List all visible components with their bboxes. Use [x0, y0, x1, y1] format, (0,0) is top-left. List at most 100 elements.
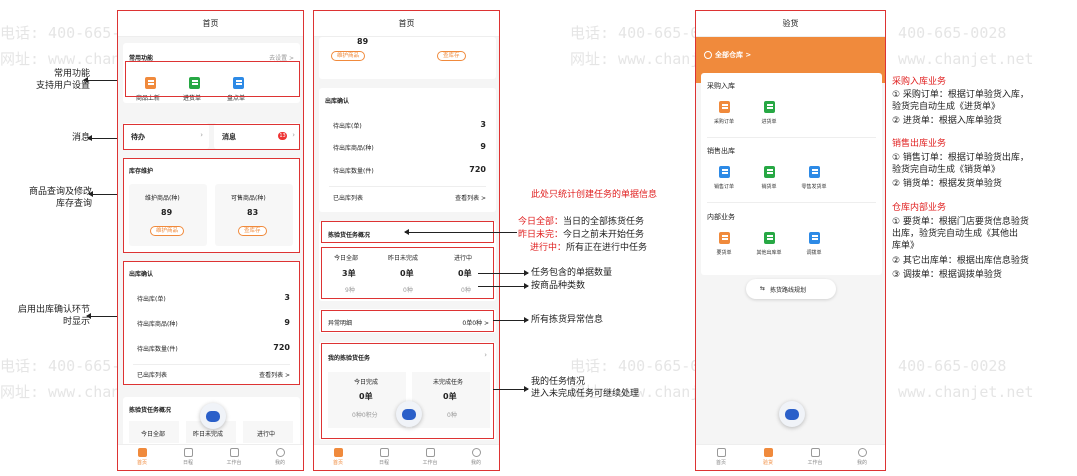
calendar-icon	[183, 448, 193, 457]
maintain-product-button[interactable]: 维护商品	[331, 51, 366, 61]
out-row-label: 待出库商品(种)	[333, 145, 374, 152]
transfer-icon[interactable]	[809, 232, 820, 244]
pick-col-label: 今日全部	[141, 431, 166, 438]
user-icon	[471, 448, 481, 457]
heading-purchase: 采购入库业务	[892, 77, 947, 87]
chevron-right-icon[interactable]: ›	[484, 351, 487, 359]
arrow-left-icon	[87, 135, 117, 141]
outbound-list-link[interactable]: 已出库列表	[333, 193, 363, 202]
highlight-abnormal: 异常明细 0单0种 >	[321, 310, 494, 332]
tab-mine[interactable]: 我的	[842, 448, 882, 466]
tab-bar: 首页 验货 工作台 我的	[696, 444, 885, 470]
my-task-label: 未完成任务	[433, 379, 464, 386]
question-icon[interactable]	[704, 51, 712, 59]
assistant-robot-icon[interactable]	[200, 403, 226, 429]
purchase-receipt-icon[interactable]	[764, 101, 775, 113]
pick-col-value[interactable]: 3单	[342, 268, 356, 279]
annotation-legend-1: 今日全部：当日的全部拣货任务	[518, 217, 645, 227]
highlight-stock	[123, 158, 300, 253]
tab-bar: 首页 日程 工作台 我的	[118, 444, 303, 470]
stock-card-partial: 89 维护商品 查库存	[319, 37, 496, 79]
my-task-sub: 0种	[447, 412, 457, 419]
section-title: 内部业务	[707, 213, 735, 221]
tab-inspect[interactable]: 验货	[748, 448, 788, 466]
warehouse-selector[interactable]: 全部仓库 >	[715, 50, 751, 60]
divider	[329, 186, 486, 187]
tab-home[interactable]: 首页	[701, 448, 741, 466]
arrow-left-icon	[83, 77, 117, 83]
workbench-icon	[810, 448, 820, 457]
workbench-icon	[229, 448, 239, 457]
out-row-label: 待出库数量(件)	[333, 168, 374, 175]
annotation-stock: 商品查询及修改 库存查询	[28, 187, 92, 209]
pick-col-sub: 9种	[345, 287, 355, 294]
tab-bar: 首页 日程 工作台 我的	[314, 444, 499, 470]
icon-label[interactable]: 采购订单	[704, 118, 744, 125]
requisition-icon[interactable]	[719, 232, 730, 244]
text-sales-1: ① 销售订单：根据订单验货出库， 验货完自动生成《销货单》	[892, 153, 1029, 175]
arrow-left-icon	[86, 313, 117, 319]
pick-col-label: 昨日未完成	[388, 255, 419, 262]
page-title: 验货	[696, 11, 885, 37]
icon-label[interactable]: 销货单	[749, 183, 789, 190]
inspect-icon	[763, 448, 773, 457]
home-icon	[137, 448, 147, 457]
out-row-value: 720	[469, 165, 486, 174]
sales-invoice-icon[interactable]	[764, 166, 775, 178]
pick-col-value[interactable]: 0单	[400, 268, 414, 279]
sales-order-icon[interactable]	[719, 166, 730, 178]
phone-inspect: 验货 全部仓库 > 采购入库 采购订单 进货单 销售出库 销售订单 销货单 零售…	[695, 10, 886, 471]
text-purchase-1: ① 采购订单：根据订单验货入库， 验货完自动生成《进货单》	[892, 90, 1029, 112]
heading-sales: 销售出库业务	[892, 139, 947, 149]
icon-label[interactable]: 要货单	[704, 249, 744, 256]
arrow-right-icon	[493, 317, 529, 323]
text-internal-1: ① 要货单：根据门店要货信息验货 出库，验货完自动生成《其他出 库单》	[892, 217, 1029, 251]
text-sales-2: ② 销货单：根据发货单验货	[892, 179, 1002, 189]
my-task-label: 今日完成	[354, 379, 379, 386]
tab-workbench[interactable]: 工作台	[410, 448, 450, 466]
annotation-kinds: 按商品种类数	[531, 281, 586, 291]
icon-label[interactable]: 其他出库单	[749, 249, 789, 256]
route-planning-button[interactable]: ⇆ 拣货路线规划	[746, 279, 836, 299]
tab-mine[interactable]: 我的	[456, 448, 496, 466]
assistant-robot-icon[interactable]	[396, 401, 422, 427]
annotation-my-tasks: 我的任务情况 进入未完成任务可继续处理	[531, 377, 640, 399]
annotation-message: 消息	[71, 133, 90, 143]
text-purchase-2: ② 进货单：根据入库单验货	[892, 116, 1002, 126]
home-icon	[716, 448, 726, 457]
my-task-value[interactable]: 0单	[443, 391, 457, 402]
icon-label[interactable]: 销售订单	[704, 183, 744, 190]
tab-home[interactable]: 首页	[318, 448, 358, 466]
page-title: 首页	[118, 11, 303, 37]
tab-home[interactable]: 首页	[122, 448, 162, 466]
pick-title: 拣验货任务概况	[129, 407, 172, 414]
home-icon	[333, 448, 343, 457]
retail-shipment-icon[interactable]	[809, 166, 820, 178]
highlight-todo-message	[123, 124, 300, 150]
purchase-order-icon[interactable]	[719, 101, 730, 113]
workbench-icon	[425, 448, 435, 457]
check-stock-button[interactable]: 查库存	[437, 51, 466, 61]
phone-home-2: 首页 89 维护商品 查库存 出库确认 待出库(单) 3 待出库商品(种) 9 …	[313, 10, 500, 471]
my-task-sub: 0种0积分	[352, 412, 378, 419]
arrow-left-icon	[404, 229, 517, 235]
highlight-outbound	[123, 261, 300, 385]
highlight-pick-stats: 今日全部 3单 9种 昨日未完成 0单 0种 进行中 0单 0种	[321, 247, 494, 299]
icon-label[interactable]: 调拨单	[794, 249, 834, 256]
tab-mine[interactable]: 我的	[260, 448, 300, 466]
tab-schedule[interactable]: 日程	[364, 448, 404, 466]
user-icon	[857, 448, 867, 457]
tab-workbench[interactable]: 工作台	[795, 448, 835, 466]
tab-schedule[interactable]: 日程	[168, 448, 208, 466]
icon-label[interactable]: 零售发货单	[794, 183, 834, 190]
assistant-robot-icon[interactable]	[779, 401, 805, 427]
pick-col-sub: 0种	[461, 287, 471, 294]
tab-workbench[interactable]: 工作台	[214, 448, 254, 466]
icon-label[interactable]: 进货单	[749, 118, 789, 125]
pick-col-value[interactable]: 0单	[458, 268, 472, 279]
other-outbound-icon[interactable]	[764, 232, 775, 244]
my-task-value[interactable]: 0单	[359, 391, 373, 402]
pick-title: 拣验货任务概况	[328, 232, 371, 239]
text-internal-2: ② 其它出库单：根据出库信息验货	[892, 256, 1029, 266]
view-list-link[interactable]: 查看列表 >	[455, 193, 486, 202]
